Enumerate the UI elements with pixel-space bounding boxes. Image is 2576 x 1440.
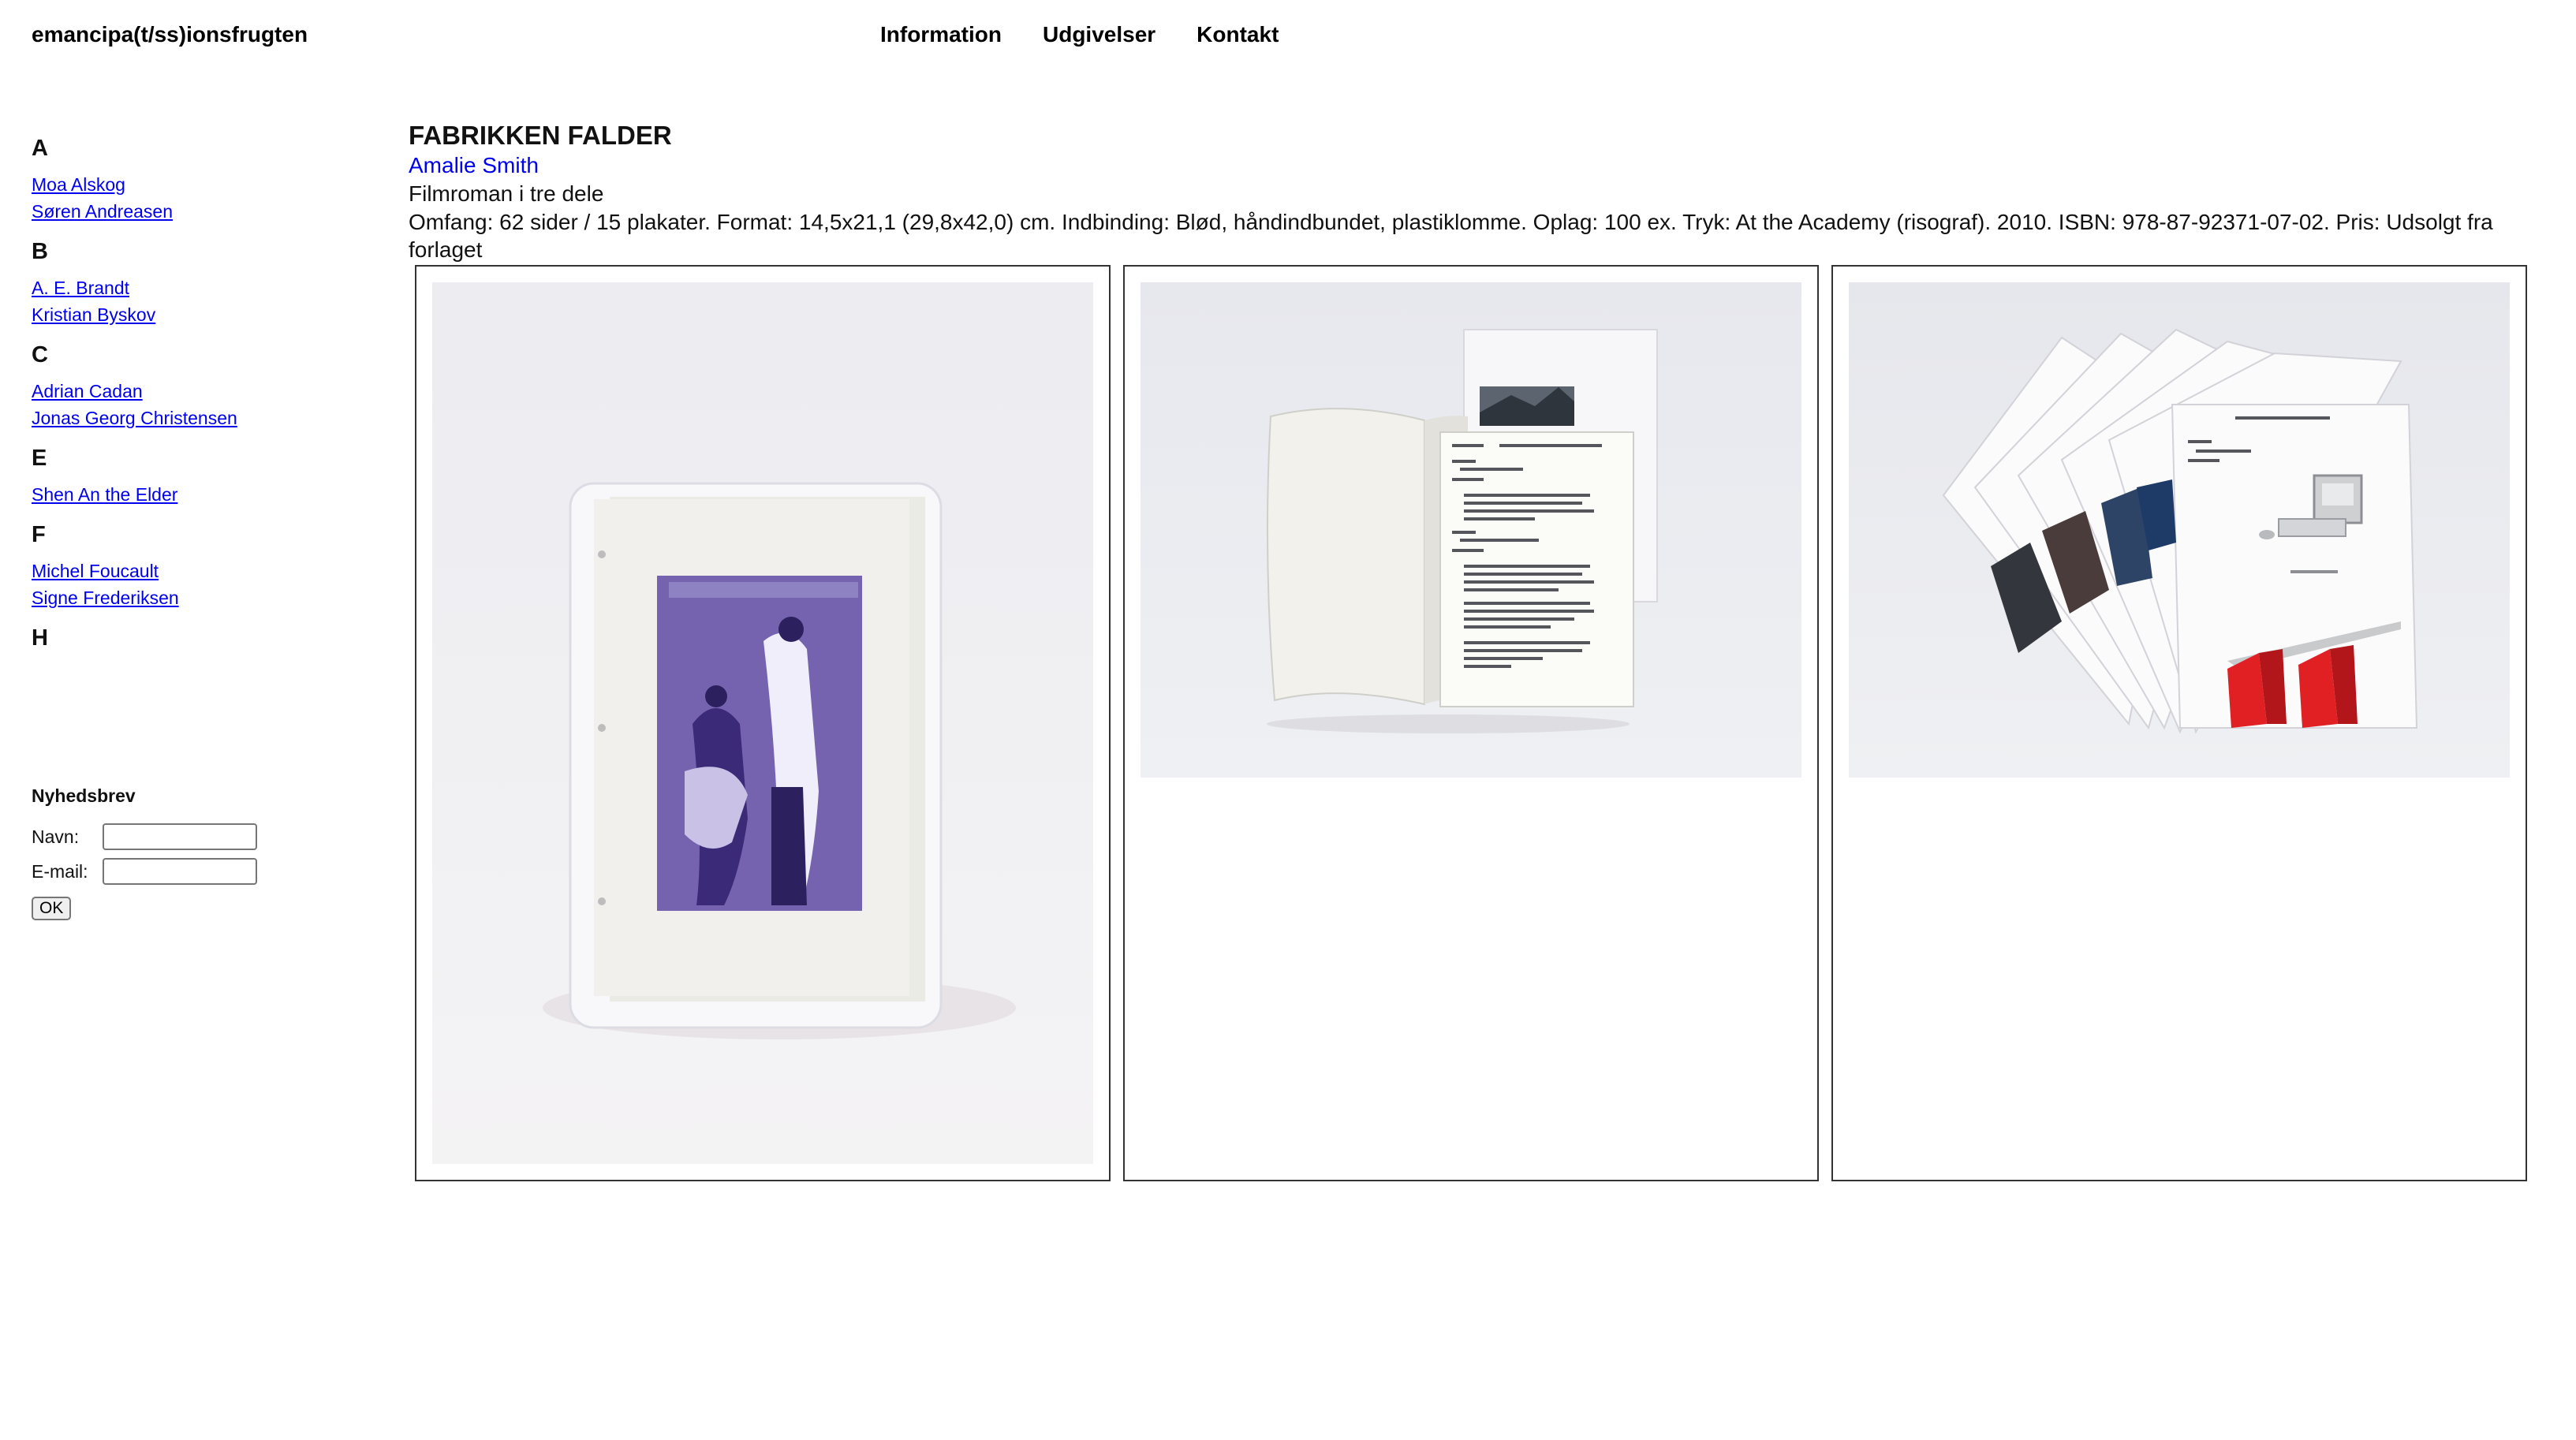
author-index: A Moa Alskog Søren Andreasen B A. E. Bra… [32, 125, 343, 669]
index-letter: B [32, 239, 48, 264]
book-detail: FABRIKKEN FALDER Amalie Smith Filmroman … [409, 120, 2538, 263]
image-gallery [415, 265, 2527, 1181]
author-link[interactable]: Signe Frederiksen [32, 584, 323, 611]
gallery-frame[interactable] [415, 265, 1111, 1181]
author-link[interactable]: Michel Foucault [32, 558, 323, 584]
index-letter: F [32, 522, 46, 547]
author-link[interactable]: Shen An the Elder [32, 481, 323, 508]
book-author-link[interactable]: Amalie Smith [409, 151, 2538, 180]
open-book-with-screenplay-photo[interactable] [1141, 282, 1801, 778]
author-link[interactable]: Jonas Georg Christensen [32, 405, 323, 431]
index-group-a: A Moa Alskog Søren Andreasen [32, 136, 323, 225]
index-group-c: C Adrian Cadan Jonas Georg Christensen [32, 342, 323, 431]
nav-udgivelser[interactable]: Udgivelser [1043, 22, 1155, 47]
index-letter: H [32, 625, 48, 651]
fanned-posters-photo[interactable] [1849, 282, 2510, 778]
top-navigation: Information Udgivelser Kontakt [880, 22, 1279, 47]
author-link[interactable]: Søren Andreasen [32, 198, 323, 225]
newsletter-form: Nyhedsbrev Navn: E-mail: OK [32, 785, 257, 920]
author-index-list: A Moa Alskog Søren Andreasen B A. E. Bra… [32, 136, 323, 651]
book-in-plastic-sleeve-photo[interactable] [432, 282, 1093, 1164]
index-letter: A [32, 136, 48, 161]
newsletter-title: Nyhedsbrev [32, 785, 136, 806]
newsletter-email-row: E-mail: [32, 854, 257, 889]
author-link[interactable]: Moa Alskog [32, 171, 323, 198]
author-link[interactable]: Adrian Cadan [32, 378, 323, 405]
index-letter: C [32, 342, 48, 367]
book-title: FABRIKKEN FALDER [409, 121, 672, 150]
gallery-frame[interactable] [1123, 265, 1819, 1181]
newsletter-name-row: Navn: [32, 819, 257, 854]
gallery-frame[interactable] [1831, 265, 2527, 1181]
email-field[interactable] [103, 858, 257, 885]
email-label: E-mail: [32, 860, 88, 882]
name-field[interactable] [103, 823, 257, 850]
index-letter: E [32, 446, 47, 471]
index-group-e: E Shen An the Elder [32, 446, 323, 508]
site-title[interactable]: emancipa(t/ss)ionsfrugten [32, 22, 308, 47]
author-link[interactable]: A. E. Brandt [32, 274, 323, 301]
nav-information[interactable]: Information [880, 22, 1002, 47]
name-label: Navn: [32, 826, 80, 847]
ok-button[interactable]: OK [32, 897, 72, 920]
nav-kontakt[interactable]: Kontakt [1197, 22, 1279, 47]
book-subtitle: Filmroman i tre dele [409, 181, 604, 206]
author-link[interactable]: Kristian Byskov [32, 301, 323, 328]
index-group-f: F Michel Foucault Signe Frederiksen [32, 522, 323, 611]
index-group-b: B A. E. Brandt Kristian Byskov [32, 239, 323, 328]
index-group-h: H [32, 625, 323, 651]
book-details: Omfang: 62 sider / 15 plakater. Format: … [409, 210, 2493, 262]
